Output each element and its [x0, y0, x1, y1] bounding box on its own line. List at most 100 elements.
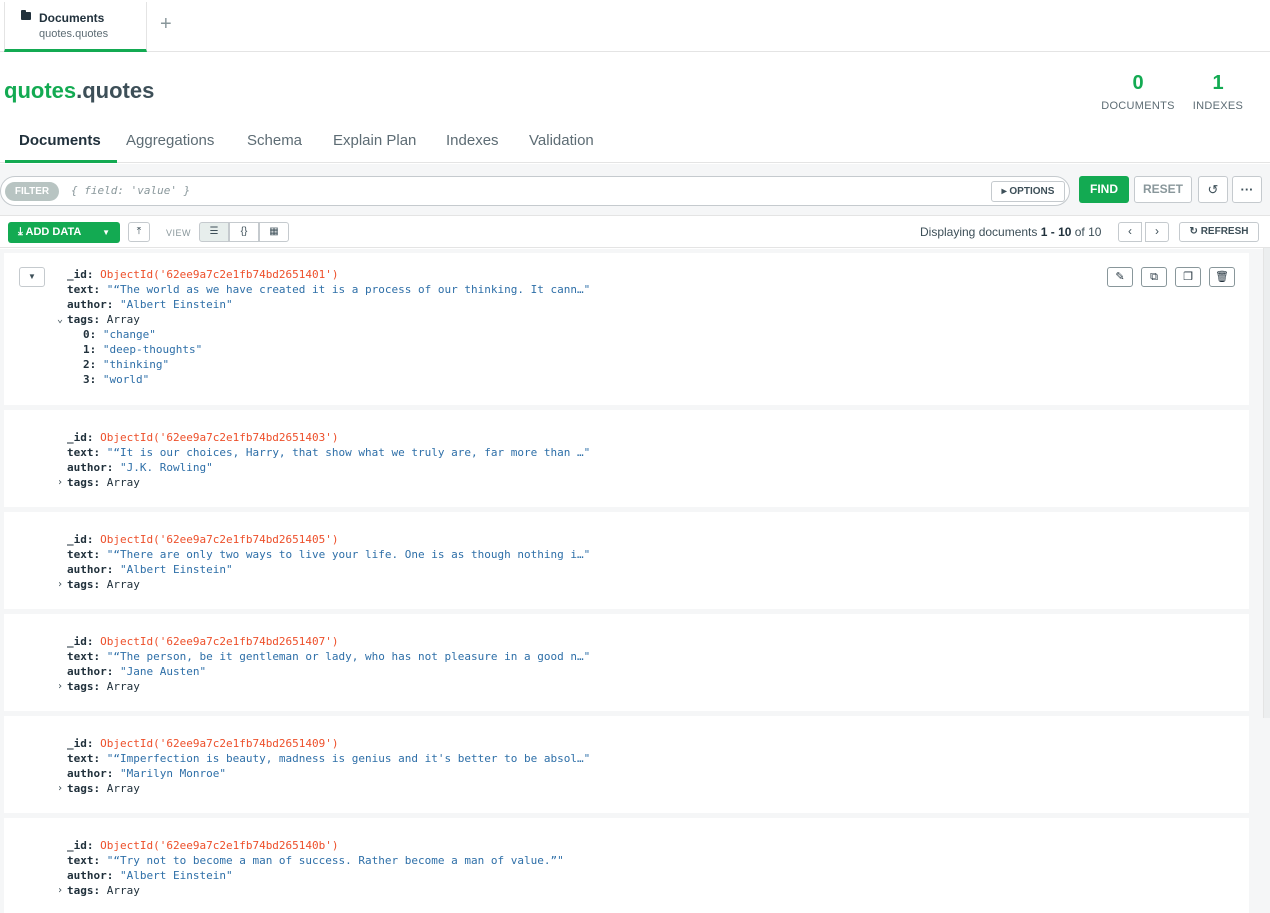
- tab-aggregations[interactable]: Aggregations: [126, 132, 214, 163]
- chevron-right-icon[interactable]: ›: [57, 781, 63, 796]
- chevron-down-icon[interactable]: ⌄: [57, 312, 63, 327]
- field-value: "Jane Austen": [119, 665, 207, 678]
- field-key: tags:: [67, 313, 101, 326]
- documents-count-label: DOCUMENTS: [1101, 100, 1175, 112]
- chevron-right-icon[interactable]: ›: [57, 475, 63, 490]
- edit-icon[interactable]: ✎: [1107, 267, 1133, 287]
- field-key: text:: [67, 752, 101, 765]
- documents-toolbar: ⤓ ADD DATA ▼ ⤒ VIEW ☰ {} ▦ Displaying doc…: [0, 216, 1270, 248]
- field-id: _id: ObjectId('62ee9a7c2e1fb74bd2651409'…: [67, 736, 339, 751]
- field-text: text: "“There are only two ways to live …: [67, 547, 590, 562]
- field-key: _id:: [67, 635, 94, 648]
- field-tags[interactable]: › tags: Array: [57, 883, 140, 898]
- field-value: Array: [106, 884, 140, 897]
- field-value: Array: [106, 680, 140, 693]
- json-view-icon[interactable]: {}: [229, 222, 259, 242]
- workspace-tab-documents[interactable]: Documents quotes.quotes: [4, 2, 147, 52]
- field-value: ObjectId('62ee9a7c2e1fb74bd2651409'): [100, 737, 339, 750]
- filter-input[interactable]: { field: 'value' }: [71, 184, 190, 197]
- field-value: "Marilyn Monroe": [119, 767, 226, 780]
- reset-button[interactable]: RESET: [1134, 176, 1192, 203]
- tab-validation[interactable]: Validation: [529, 132, 594, 163]
- field-value: "Albert Einstein": [119, 563, 233, 576]
- field-id: _id: ObjectId('62ee9a7c2e1fb74bd2651401'…: [67, 267, 339, 282]
- field-value: Array: [106, 578, 140, 591]
- options-button[interactable]: ▸ OPTIONS: [991, 181, 1065, 202]
- chevron-right-icon[interactable]: ›: [57, 883, 63, 898]
- tab-schema[interactable]: Schema: [247, 132, 302, 163]
- document-list: ▼ ✎ ⧉ ❐ 🗑 _id: ObjectId('62ee9a7c2e1fb74…: [0, 249, 1270, 913]
- array-value: "world": [102, 373, 150, 386]
- field-text: text: "“Try not to become a man of succe…: [67, 853, 564, 868]
- export-icon[interactable]: ⤒: [128, 222, 150, 242]
- array-item: 0: "change": [83, 327, 156, 342]
- array-item: 1: "deep-thoughts": [83, 342, 202, 357]
- pagination-prefix: Displaying documents: [920, 225, 1041, 239]
- document-card[interactable]: _id: ObjectId('62ee9a7c2e1fb74bd2651409'…: [4, 716, 1249, 813]
- tab-explain-plan[interactable]: Explain Plan: [333, 132, 416, 163]
- scrollbar[interactable]: [1263, 248, 1270, 718]
- indexes-count-stat: 1 INDEXES: [1192, 72, 1244, 112]
- field-tags[interactable]: ⌄ tags: Array: [57, 312, 140, 327]
- chevron-right-icon[interactable]: ›: [1145, 222, 1169, 242]
- field-id: _id: ObjectId('62ee9a7c2e1fb74bd2651405'…: [67, 532, 339, 547]
- find-button[interactable]: FIND: [1079, 176, 1129, 203]
- collapse-document-icon[interactable]: ▼: [19, 267, 45, 287]
- field-tags[interactable]: › tags: Array: [57, 781, 140, 796]
- filter-label: FILTER: [5, 182, 59, 201]
- query-bar: FILTER { field: 'value' } ▸ OPTIONS FIND…: [0, 164, 1270, 216]
- field-id: _id: ObjectId('62ee9a7c2e1fb74bd265140b'…: [67, 838, 339, 853]
- refresh-button[interactable]: ↻ REFRESH: [1179, 222, 1259, 242]
- table-view-icon[interactable]: ▦: [259, 222, 289, 242]
- clone-icon[interactable]: ❐: [1175, 267, 1201, 287]
- document-card[interactable]: _id: ObjectId('62ee9a7c2e1fb74bd265140b'…: [4, 818, 1249, 913]
- document-card[interactable]: ▼ ✎ ⧉ ❐ 🗑 _id: ObjectId('62ee9a7c2e1fb74…: [4, 253, 1249, 405]
- field-value: ObjectId('62ee9a7c2e1fb74bd2651405'): [100, 533, 339, 546]
- filter-box: FILTER { field: 'value' } ▸ OPTIONS: [0, 176, 1070, 206]
- field-value: Array: [106, 313, 140, 326]
- folder-icon: [21, 10, 31, 20]
- field-text: text: "“Imperfection is beauty, madness …: [67, 751, 590, 766]
- array-index: 2:: [83, 358, 97, 371]
- field-tags[interactable]: › tags: Array: [57, 475, 140, 490]
- array-item: 2: "thinking": [83, 357, 169, 372]
- array-index: 3:: [83, 373, 97, 386]
- array-value: "deep-thoughts": [102, 343, 203, 356]
- delete-icon[interactable]: 🗑: [1209, 267, 1235, 287]
- field-key: tags:: [67, 782, 101, 795]
- field-key: author:: [67, 563, 114, 576]
- chevron-right-icon[interactable]: ›: [57, 577, 63, 592]
- document-card[interactable]: _id: ObjectId('62ee9a7c2e1fb74bd2651405'…: [4, 512, 1249, 609]
- field-author: author: "Jane Austen": [67, 664, 206, 679]
- field-tags[interactable]: › tags: Array: [57, 679, 140, 694]
- field-key: text:: [67, 446, 101, 459]
- field-id: _id: ObjectId('62ee9a7c2e1fb74bd2651407'…: [67, 634, 339, 649]
- workspace-tab-title: Documents: [39, 11, 105, 25]
- page-title: quotes.quotes: [4, 78, 154, 104]
- copy-icon[interactable]: ⧉: [1141, 267, 1167, 287]
- indexes-count: 1: [1212, 72, 1224, 94]
- document-card[interactable]: _id: ObjectId('62ee9a7c2e1fb74bd2651407'…: [4, 614, 1249, 711]
- field-author: author: "Albert Einstein": [67, 562, 233, 577]
- add-data-label: ADD DATA: [25, 226, 82, 238]
- add-data-button[interactable]: ⤓ ADD DATA ▼: [8, 222, 120, 243]
- field-key: author:: [67, 298, 114, 311]
- query-history-icon[interactable]: ↺: [1198, 176, 1228, 203]
- list-view-icon[interactable]: ☰: [199, 222, 229, 242]
- field-key: author:: [67, 767, 114, 780]
- field-tags[interactable]: › tags: Array: [57, 577, 140, 592]
- chevron-right-icon[interactable]: ›: [57, 679, 63, 694]
- collection-tabs: Documents Aggregations Schema Explain Pl…: [0, 127, 1270, 163]
- array-value: "change": [102, 328, 156, 341]
- more-options-icon[interactable]: ···: [1232, 176, 1262, 203]
- array-index: 0:: [83, 328, 97, 341]
- field-value: ObjectId('62ee9a7c2e1fb74bd2651401'): [100, 268, 339, 281]
- field-value: "J.K. Rowling": [119, 461, 213, 474]
- documents-count-stat: 0 DOCUMENTS: [1100, 72, 1176, 112]
- document-card[interactable]: _id: ObjectId('62ee9a7c2e1fb74bd2651403'…: [4, 410, 1249, 507]
- tab-documents[interactable]: Documents: [5, 132, 117, 163]
- indexes-count-label: INDEXES: [1192, 100, 1244, 112]
- new-tab-plus-icon[interactable]: +: [160, 14, 172, 34]
- chevron-left-icon[interactable]: ‹: [1118, 222, 1142, 242]
- tab-indexes[interactable]: Indexes: [446, 132, 499, 163]
